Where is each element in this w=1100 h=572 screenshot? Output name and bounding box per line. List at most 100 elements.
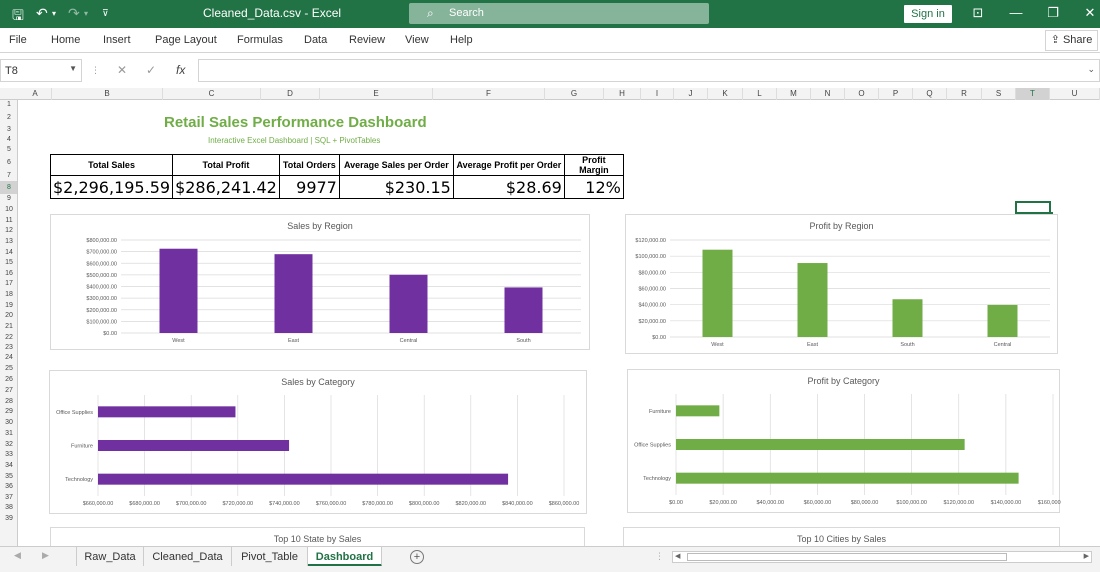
column-header[interactable]: J bbox=[674, 88, 708, 100]
row-header[interactable]: 24 bbox=[0, 353, 17, 363]
share-button[interactable]: ⇪ Share bbox=[1045, 30, 1098, 51]
insert-function-button[interactable]: fx bbox=[176, 63, 185, 77]
undo-dropdown-icon[interactable]: ▾ bbox=[52, 9, 56, 18]
row-header[interactable]: 39 bbox=[0, 513, 17, 524]
minimize-button[interactable]: — bbox=[1006, 5, 1026, 23]
expand-formula-icon[interactable]: ⌄ bbox=[1087, 64, 1095, 75]
kpi-header[interactable]: Total Orders bbox=[278, 154, 340, 176]
kpi-value-total-orders[interactable]: 9977 bbox=[278, 175, 340, 199]
row-header[interactable]: 5 bbox=[0, 145, 17, 155]
row-header[interactable]: 16 bbox=[0, 268, 17, 279]
row-header[interactable]: 2 bbox=[0, 110, 17, 125]
customize-toolbar-icon[interactable]: ⊽ bbox=[102, 8, 109, 19]
kpi-header[interactable]: Total Profit bbox=[172, 154, 280, 176]
row-header[interactable]: 29 bbox=[0, 407, 17, 417]
next-sheet-icon[interactable]: ▶ bbox=[42, 550, 49, 561]
column-header[interactable]: N bbox=[811, 88, 845, 100]
column-header[interactable]: A bbox=[19, 88, 52, 100]
kpi-header[interactable]: Profit Margin bbox=[563, 154, 624, 176]
restore-button[interactable]: ❐ bbox=[1043, 5, 1063, 23]
column-header[interactable]: O bbox=[845, 88, 879, 100]
menu-data[interactable]: Data bbox=[304, 34, 327, 46]
row-header[interactable]: 26 bbox=[0, 374, 17, 385]
row-header[interactable]: 11 bbox=[0, 215, 17, 226]
row-header[interactable]: 33 bbox=[0, 450, 17, 460]
sales-by-category-chart[interactable]: Sales by Category $660,000.00 $680,000.00… bbox=[49, 370, 587, 514]
column-header[interactable]: H bbox=[604, 88, 641, 100]
row-header[interactable]: 6 bbox=[0, 155, 17, 170]
tab-dashboard[interactable]: Dashboard bbox=[308, 547, 382, 567]
redo-dropdown-icon[interactable]: ▾ bbox=[84, 9, 88, 18]
column-header[interactable]: M bbox=[777, 88, 811, 100]
scroll-left-icon[interactable]: ◀ bbox=[675, 552, 680, 560]
menu-insert[interactable]: Insert bbox=[103, 34, 131, 46]
row-header[interactable]: 35 bbox=[0, 471, 17, 482]
redo-icon[interactable]: ↷ bbox=[68, 5, 80, 22]
menu-file[interactable]: File bbox=[9, 34, 27, 46]
row-header[interactable]: 4 bbox=[0, 135, 17, 145]
row-header[interactable]: 3 bbox=[0, 125, 17, 135]
row-header[interactable]: 34 bbox=[0, 460, 17, 471]
kpi-header[interactable]: Total Sales bbox=[49, 154, 174, 176]
menu-page-layout[interactable]: Page Layout bbox=[155, 34, 217, 46]
column-header[interactable]: U bbox=[1050, 88, 1100, 100]
name-box[interactable]: T8 ▼ bbox=[0, 59, 82, 82]
row-header[interactable]: 17 bbox=[0, 279, 17, 289]
column-header[interactable]: P bbox=[879, 88, 913, 100]
row-header[interactable]: 31 bbox=[0, 428, 17, 439]
row-header[interactable]: 12 bbox=[0, 226, 17, 236]
row-header[interactable]: 1 bbox=[0, 100, 17, 110]
kpi-value-profit-margin[interactable]: 12% bbox=[563, 175, 624, 199]
row-header[interactable]: 30 bbox=[0, 417, 17, 428]
horizontal-scrollbar[interactable]: ◀ ▶ bbox=[672, 551, 1092, 563]
column-header[interactable]: E bbox=[320, 88, 433, 100]
row-header[interactable]: 18 bbox=[0, 289, 17, 300]
top-cities-chart[interactable]: Top 10 Cities by Sales bbox=[623, 527, 1060, 546]
save-icon[interactable]: 🖫 bbox=[12, 5, 24, 29]
formula-input[interactable]: ⌄ bbox=[198, 59, 1100, 82]
column-header[interactable]: G bbox=[545, 88, 604, 100]
column-header[interactable]: S bbox=[982, 88, 1016, 100]
column-header[interactable]: F bbox=[433, 88, 545, 100]
row-header[interactable]: 20 bbox=[0, 311, 17, 321]
search-box[interactable]: ⌕ Search bbox=[409, 3, 709, 24]
row-header[interactable]: 7 bbox=[0, 170, 17, 181]
row-header[interactable]: 10 bbox=[0, 204, 17, 215]
top-states-chart[interactable]: Top 10 State by Sales bbox=[50, 527, 585, 546]
column-header[interactable]: B bbox=[52, 88, 163, 100]
menu-review[interactable]: Review bbox=[349, 34, 385, 46]
tab-cleaned-data[interactable]: Cleaned_Data bbox=[144, 547, 232, 567]
prev-sheet-icon[interactable]: ◀ bbox=[14, 550, 21, 561]
row-header[interactable]: 27 bbox=[0, 385, 17, 396]
row-header[interactable]: 8 bbox=[0, 181, 17, 194]
undo-icon[interactable]: ↶ bbox=[36, 5, 48, 22]
menu-home[interactable]: Home bbox=[51, 34, 80, 46]
row-header[interactable]: 28 bbox=[0, 396, 17, 407]
row-header[interactable]: 9 bbox=[0, 194, 17, 204]
kpi-header[interactable]: Average Sales per Order bbox=[338, 154, 454, 176]
column-header[interactable]: Q bbox=[913, 88, 947, 100]
close-button[interactable]: ✕ bbox=[1080, 5, 1100, 23]
scrollbar-thumb[interactable] bbox=[687, 553, 1007, 561]
column-header[interactable]: C bbox=[163, 88, 261, 100]
menu-view[interactable]: View bbox=[405, 34, 429, 46]
column-header[interactable]: L bbox=[743, 88, 777, 100]
kpi-value-total-profit[interactable]: $286,241.42 bbox=[172, 175, 280, 199]
sign-in-button[interactable]: Sign in bbox=[904, 5, 952, 23]
row-header[interactable]: 22 bbox=[0, 332, 17, 343]
kpi-value-total-sales[interactable]: $2,296,195.59 bbox=[49, 175, 174, 199]
ribbon-display-icon[interactable]: ⊡ bbox=[968, 5, 988, 23]
row-header[interactable]: 38 bbox=[0, 503, 17, 513]
worksheet[interactable]: Retail Sales Performance Dashboard Inter… bbox=[19, 101, 1100, 546]
row-header[interactable]: 14 bbox=[0, 247, 17, 258]
column-header[interactable]: T bbox=[1016, 88, 1050, 100]
sales-by-region-chart[interactable]: Sales by Region $0.00 $100,000.00 $200,000… bbox=[50, 214, 590, 350]
row-header[interactable]: 32 bbox=[0, 439, 17, 450]
menu-help[interactable]: Help bbox=[450, 34, 473, 46]
row-header[interactable]: 13 bbox=[0, 236, 17, 247]
column-header[interactable]: D bbox=[261, 88, 320, 100]
enter-icon[interactable]: ✓ bbox=[146, 63, 156, 77]
chevron-down-icon[interactable]: ▼ bbox=[69, 64, 77, 73]
column-header[interactable]: K bbox=[708, 88, 743, 100]
column-header[interactable]: I bbox=[641, 88, 674, 100]
